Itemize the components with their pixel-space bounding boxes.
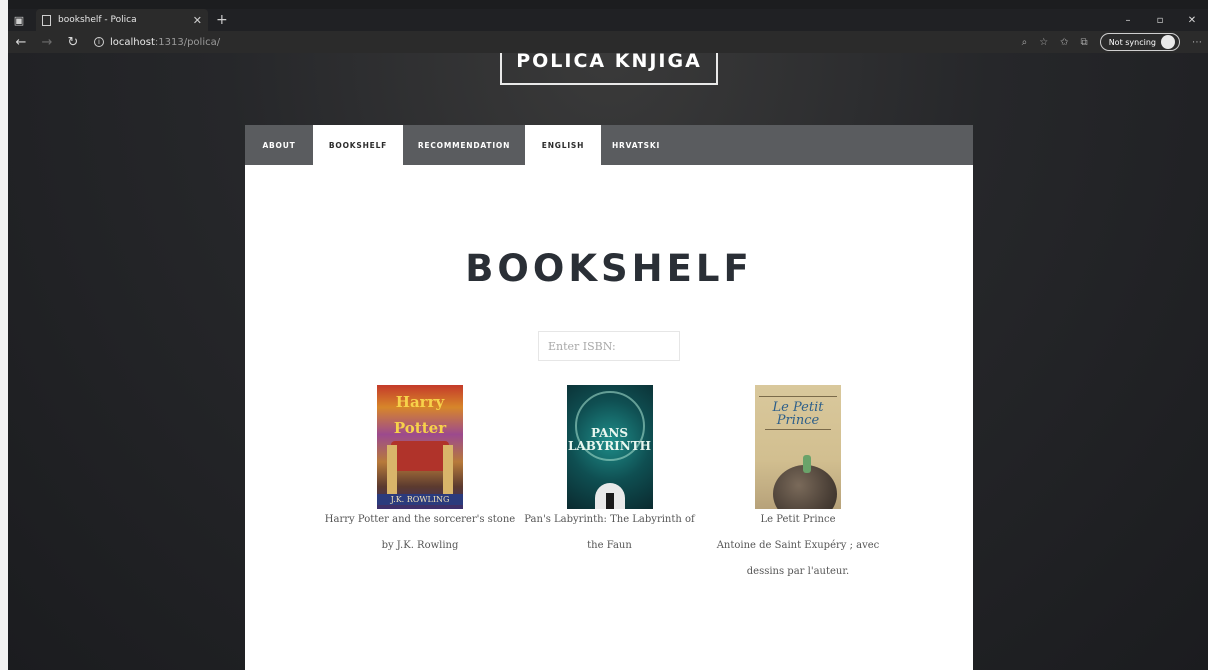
sync-label: Not syncing bbox=[1108, 37, 1156, 47]
toolbar-right: ⌕ ☆ ✩ ⧉ Not syncing ⋯ bbox=[1022, 31, 1202, 53]
cover-author: J.K. ROWLING bbox=[377, 494, 463, 505]
document-icon bbox=[42, 14, 51, 26]
page-title: BOOKSHELF bbox=[465, 247, 753, 290]
web-page: POLICA KNJIGA ABOUT BOOKSHELF RECOMMENDA… bbox=[8, 53, 1208, 670]
restore-button[interactable]: ▫ bbox=[1144, 15, 1176, 26]
url-path: :1313/polica/ bbox=[154, 36, 221, 48]
back-icon[interactable]: ← bbox=[8, 35, 34, 50]
book-title: Le Petit Prince bbox=[760, 514, 836, 525]
nav-hrvatski[interactable]: HRVATSKI bbox=[601, 125, 671, 165]
url-host: localhost bbox=[110, 36, 155, 48]
close-window-button[interactable]: ✕ bbox=[1176, 15, 1208, 26]
avatar bbox=[1161, 35, 1175, 49]
cover-header-rule bbox=[759, 387, 837, 397]
book-cover-image[interactable]: Le Petit Prince bbox=[755, 385, 841, 509]
book-author: by J.K. Rowling bbox=[381, 540, 459, 551]
zoom-icon[interactable]: ⌕ bbox=[1022, 37, 1028, 48]
close-tab-icon[interactable]: ✕ bbox=[193, 14, 202, 27]
content-panel: BOOKSHELF Harry Potter J.K. ROWLING Harr… bbox=[245, 165, 973, 670]
address-bar: ← → ↻ i localhost:1313/polica/ ⌕ ☆ ✩ ⧉ N… bbox=[8, 31, 1208, 53]
site-logo[interactable]: POLICA KNJIGA bbox=[500, 53, 718, 85]
more-menu-icon[interactable]: ⋯ bbox=[1192, 37, 1202, 48]
tab-actions-icon[interactable]: ▣ bbox=[8, 9, 30, 31]
forward-icon[interactable]: → bbox=[34, 35, 60, 50]
collections-icon[interactable]: ⧉ bbox=[1081, 37, 1088, 48]
tab-title: bookshelf - Polica bbox=[58, 15, 137, 25]
book-title: Harry Potter and the sorcerer's stone bbox=[324, 514, 516, 525]
cover-prince-art bbox=[803, 455, 811, 473]
profile-button[interactable]: Not syncing bbox=[1099, 33, 1180, 51]
refresh-icon[interactable]: ↻ bbox=[60, 35, 86, 50]
minimize-button[interactable]: – bbox=[1112, 15, 1144, 26]
url-field[interactable]: i localhost:1313/polica/ bbox=[94, 37, 220, 48]
window-edge bbox=[0, 0, 8, 670]
cover-pillar-art bbox=[443, 445, 453, 495]
cover-title: PANS LABYRINTH bbox=[567, 426, 652, 453]
cover-figure-art bbox=[605, 493, 614, 509]
book-card-pans-labyrinth[interactable]: PANS LABYRINTH Pan's Labyrinth: The Laby… bbox=[517, 385, 702, 559]
book-title: Pan's Labyrinth: The Labyrinth of bbox=[524, 514, 695, 525]
window-controls: – ▫ ✕ bbox=[1112, 9, 1208, 31]
cover-pillar-art bbox=[387, 445, 397, 495]
main-nav: ABOUT BOOKSHELF RECOMMENDATION ENGLISH H… bbox=[245, 125, 973, 165]
book-author: dessins par l'auteur. bbox=[746, 566, 850, 577]
nav-bookshelf[interactable]: BOOKSHELF bbox=[313, 125, 403, 165]
tab-bar: ▣ bookshelf - Polica ✕ + – ▫ ✕ bbox=[8, 9, 1208, 31]
read-aloud-icon[interactable]: ☆ bbox=[1039, 37, 1048, 48]
cover-title: Le Petit Prince bbox=[772, 400, 824, 428]
book-cover-image[interactable]: Harry Potter J.K. ROWLING bbox=[377, 385, 463, 509]
browser-tab[interactable]: bookshelf - Polica ✕ bbox=[36, 9, 208, 31]
nav-about[interactable]: ABOUT bbox=[245, 125, 313, 165]
book-card-le-petit-prince[interactable]: Le Petit Prince Le Petit Prince Antoine … bbox=[713, 385, 883, 585]
book-author: Antoine de Saint Exupéry ; avec bbox=[716, 540, 880, 551]
nav-recommendation[interactable]: RECOMMENDATION bbox=[403, 125, 525, 165]
new-tab-icon[interactable]: + bbox=[216, 12, 228, 28]
book-cover-image[interactable]: PANS LABYRINTH bbox=[566, 385, 653, 509]
site-info-icon[interactable]: i bbox=[94, 37, 104, 47]
cover-subtitle-rule bbox=[765, 429, 831, 439]
favorites-icon[interactable]: ✩ bbox=[1060, 37, 1068, 48]
nav-english[interactable]: ENGLISH bbox=[525, 125, 601, 165]
book-card-harry-potter[interactable]: Harry Potter J.K. ROWLING Harry Potter a… bbox=[320, 385, 520, 559]
isbn-input[interactable] bbox=[538, 331, 680, 361]
book-author: the Faun bbox=[587, 540, 632, 551]
cover-train-art bbox=[391, 441, 449, 471]
cover-title: Harry Potter bbox=[393, 393, 447, 437]
